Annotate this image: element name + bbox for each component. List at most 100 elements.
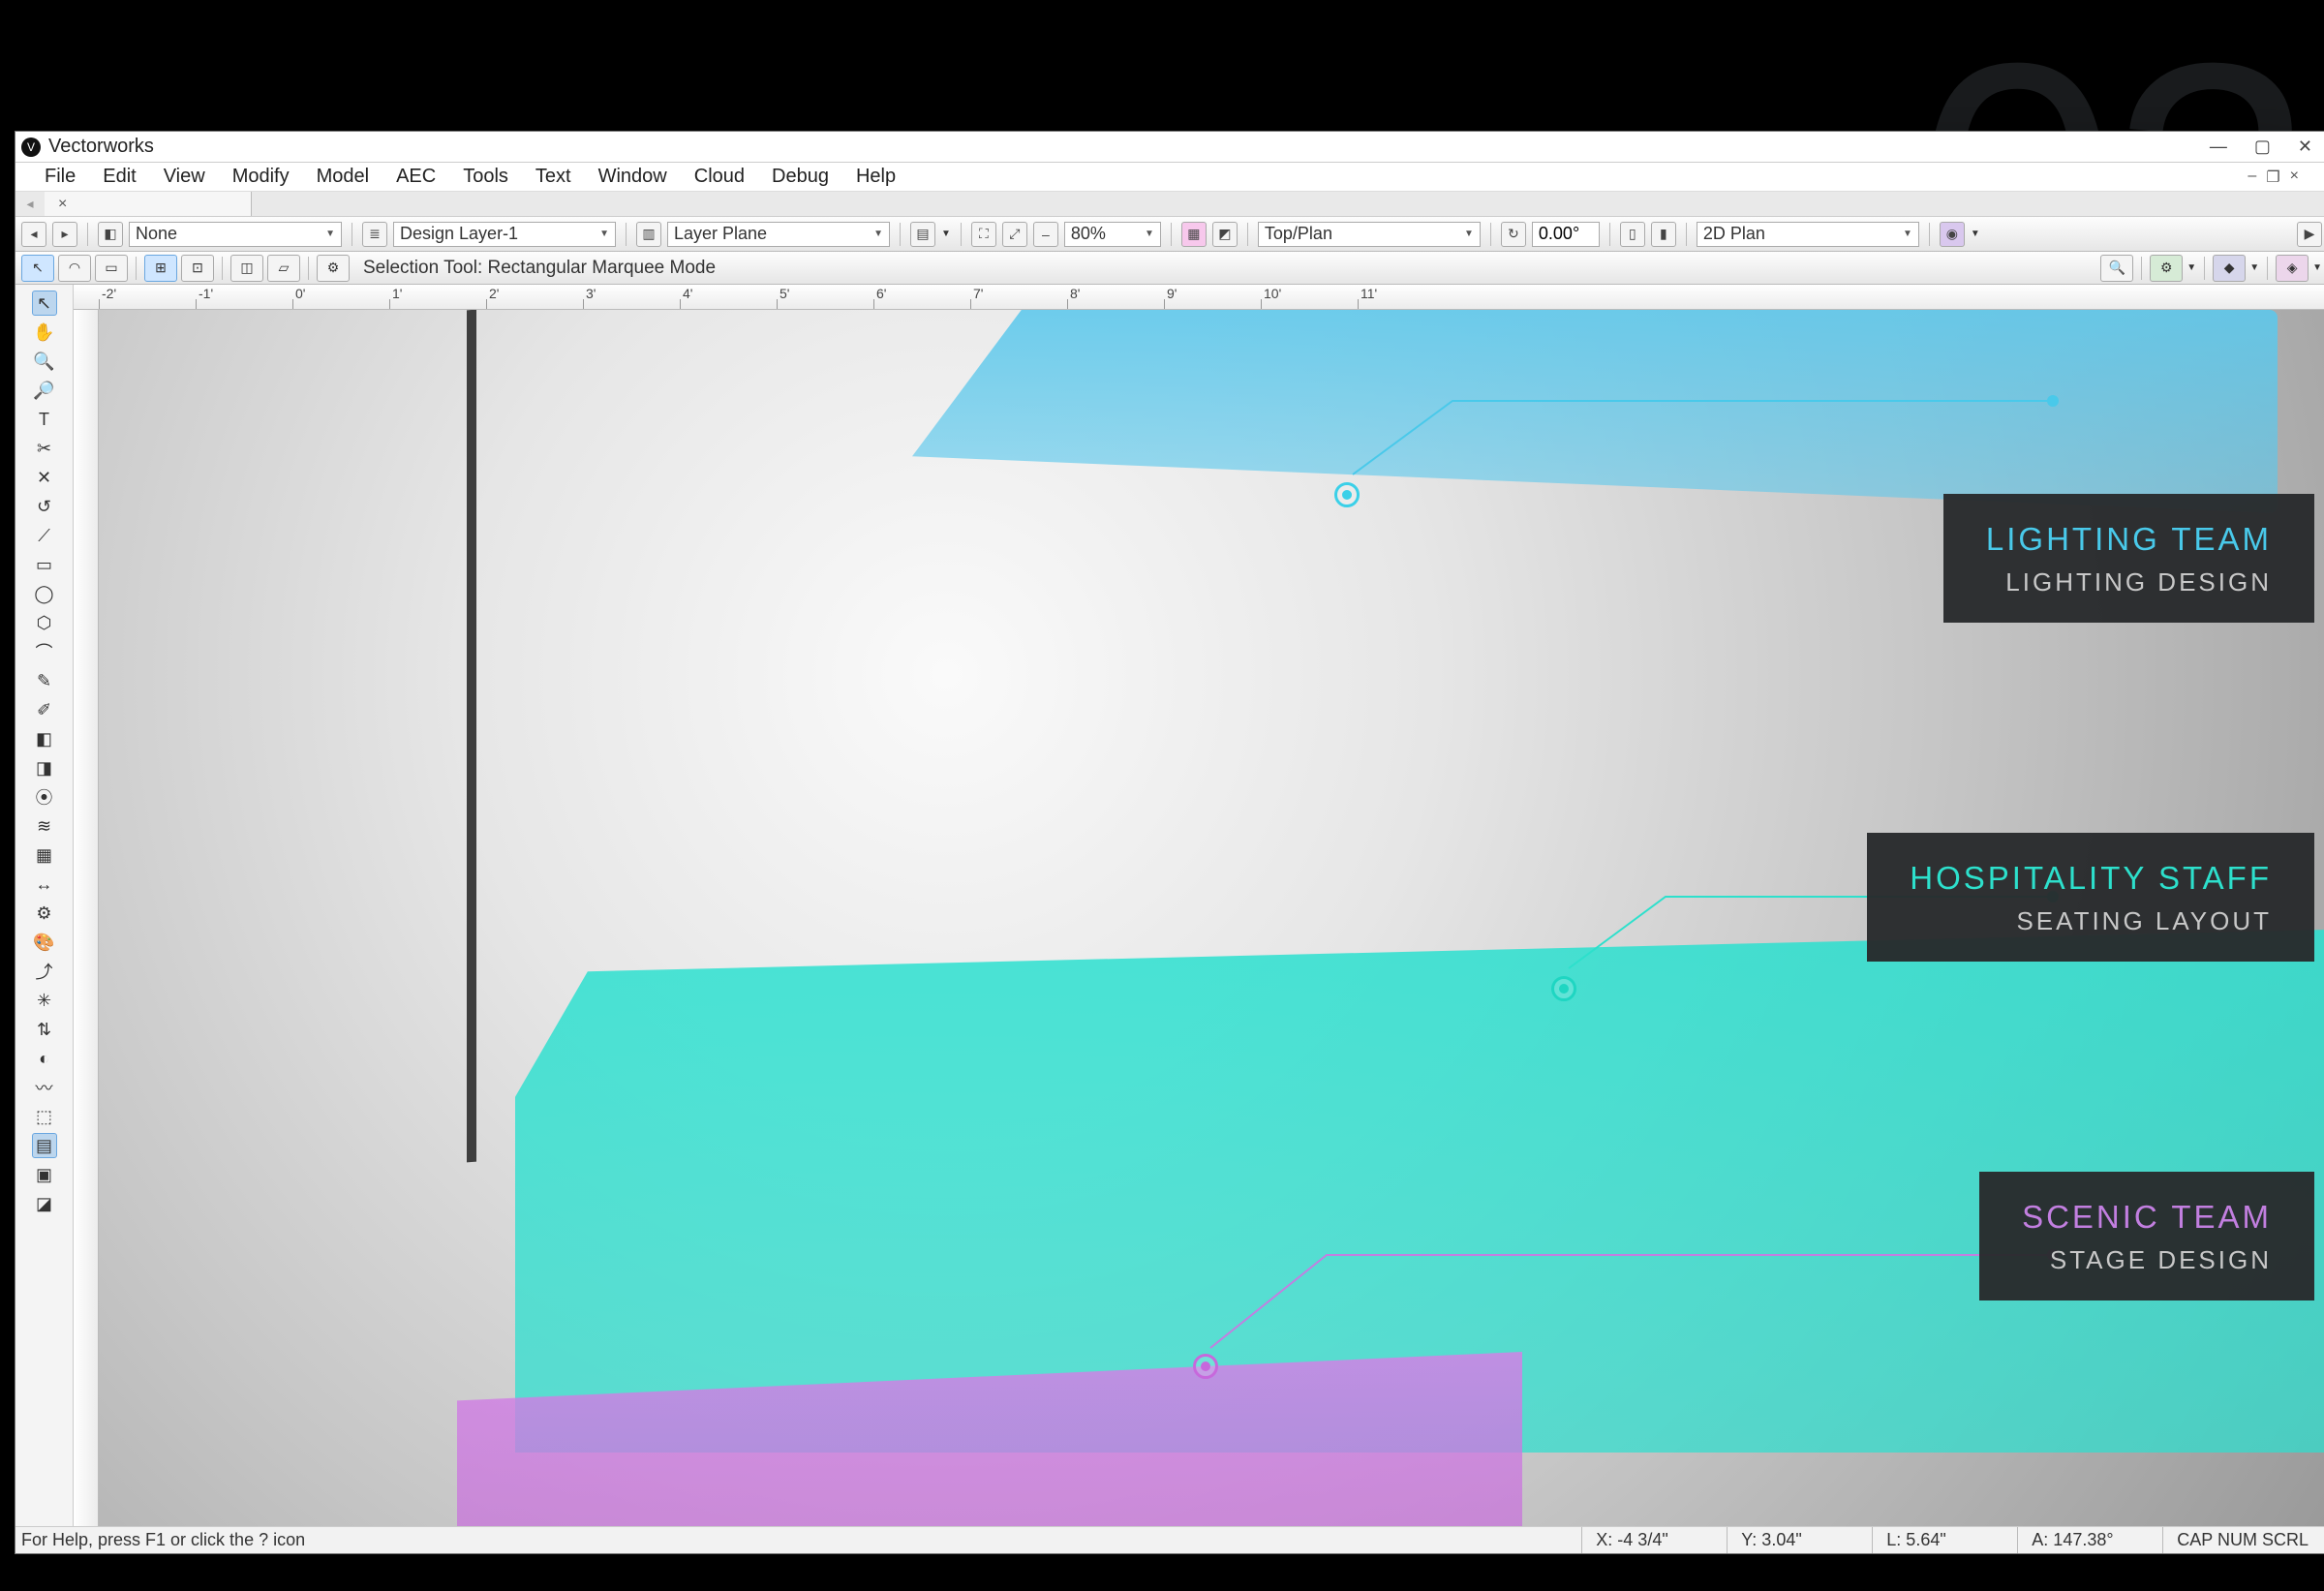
tool-polyline-icon[interactable]: ✐ [32, 697, 57, 722]
doc-restore-button[interactable]: ❐ [2266, 168, 2279, 187]
plane-select[interactable]: Layer Plane▼ [667, 222, 890, 247]
tool-pan-icon[interactable]: ✋ [32, 320, 57, 345]
nav-fwd-button[interactable]: ▸ [52, 222, 77, 247]
tool-flyover-icon[interactable]: 🔎 [32, 378, 57, 403]
doc-minimize-button[interactable]: – [2248, 168, 2256, 187]
visibility-icon[interactable]: ◈ [2276, 255, 2309, 282]
tool-reshape-icon[interactable]: ▤ [32, 1133, 57, 1158]
tool-rectangle-icon[interactable]: ▭ [32, 552, 57, 577]
tool-mirror-icon[interactable]: ↔ [32, 872, 57, 897]
tool-hatch-icon[interactable]: ≋ [32, 813, 57, 839]
layer-select[interactable]: Design Layer-1▼ [393, 222, 616, 247]
tab-close-icon[interactable]: × [58, 196, 67, 213]
menu-model[interactable]: Model [317, 166, 369, 188]
class-select[interactable]: None▼ [129, 222, 342, 247]
tool-misc-icon[interactable]: ◪ [32, 1191, 57, 1216]
constraint-icon[interactable]: ◆ [2213, 255, 2246, 282]
window-maximize-button[interactable]: ▢ [2254, 137, 2271, 157]
tool-attributes-icon[interactable]: ⚙ [32, 901, 57, 926]
mode-single-select-icon[interactable]: ↖ [21, 255, 54, 282]
view-select-value: Top/Plan [1265, 224, 1332, 244]
tool-selection-icon[interactable]: ↖ [32, 291, 57, 316]
mode-intersect-icon[interactable]: ⊞ [144, 255, 177, 282]
tool-eyedropper-icon[interactable]: 🎨 [32, 930, 57, 955]
document-tab[interactable]: × [45, 192, 252, 216]
multiview-icon[interactable]: ▦ [1181, 222, 1207, 247]
tool-text-icon[interactable]: T [32, 407, 57, 432]
menu-view[interactable]: View [164, 166, 205, 188]
tool-chamfer-icon[interactable]: ◨ [32, 755, 57, 780]
zoom-select[interactable]: 80%▼ [1064, 222, 1161, 247]
tool-locus-icon[interactable]: ⦿ [32, 784, 57, 810]
menu-modify[interactable]: Modify [232, 166, 290, 188]
doc-close-button[interactable]: × [2290, 168, 2299, 187]
mode-boundary-icon[interactable]: ◫ [230, 255, 263, 282]
zoom-out-icon[interactable]: – [1033, 222, 1058, 247]
menu-text[interactable]: Text [535, 166, 571, 188]
tool-viewport-icon[interactable]: ⬚ [32, 1104, 57, 1129]
tool-align-icon[interactable]: ⇅ [32, 1017, 57, 1042]
callout-scenic: SCENIC TEAM STAGE DESIGN [1979, 1172, 2314, 1300]
tool-freehand-icon[interactable]: ✎ [32, 668, 57, 693]
stack-layers-icon[interactable]: ▮ [1651, 222, 1676, 247]
tool-arc-icon[interactable]: ⌒ [32, 639, 57, 664]
fit-objects-icon[interactable]: ⤢ [1002, 222, 1027, 247]
render-mode-select[interactable]: 2D Plan▼ [1697, 222, 1919, 247]
mode-marquee-icon[interactable]: ▭ [95, 255, 128, 282]
menu-file[interactable]: File [45, 166, 76, 188]
search-icon[interactable]: 🔍 [2100, 255, 2133, 282]
mode-contain-icon[interactable]: ⊡ [181, 255, 214, 282]
app-title: Vectorworks [48, 136, 154, 158]
menu-edit[interactable]: Edit [103, 166, 136, 188]
window-close-button[interactable]: ✕ [2298, 137, 2312, 157]
status-locks: CAP NUM SCRL [2162, 1527, 2322, 1553]
unified-view-icon[interactable]: ▯ [1620, 222, 1645, 247]
mode-prefs-icon[interactable]: ⚙ [317, 255, 350, 282]
tool-zoom-icon[interactable]: 🔍 [32, 349, 57, 374]
mode-lasso-icon[interactable]: ◠ [58, 255, 91, 282]
tool-trim-icon[interactable]: ✂ [32, 436, 57, 461]
tool-polygon-icon[interactable]: ⬡ [32, 610, 57, 635]
rotate-plan-icon[interactable]: ↻ [1501, 222, 1526, 247]
mode-wall-icon[interactable]: ▱ [267, 255, 300, 282]
menu-window[interactable]: Window [598, 166, 667, 188]
renderworks-icon[interactable]: ◉ [1940, 222, 1965, 247]
tool-clip-icon[interactable]: ◐ [32, 1046, 57, 1071]
tool-rotate-icon[interactable]: ↺ [32, 494, 57, 519]
class-select-value: None [136, 224, 177, 244]
menu-aec[interactable]: AEC [396, 166, 436, 188]
tool-delete-icon[interactable]: ✕ [32, 465, 57, 490]
nav-back-button[interactable]: ◂ [21, 222, 46, 247]
tool-fillet-icon[interactable]: ◧ [32, 726, 57, 751]
marker-lighting-icon [1334, 482, 1360, 507]
menu-cloud[interactable]: Cloud [694, 166, 745, 188]
tool-grid-icon[interactable]: ▦ [32, 842, 57, 868]
window-minimize-button[interactable]: — [2210, 137, 2227, 157]
tool-offset-icon[interactable]: ⤴ [32, 959, 57, 984]
class-icon[interactable]: ◧ [98, 222, 123, 247]
view-cube-icon[interactable]: ◩ [1212, 222, 1238, 247]
tool-spline-icon[interactable]: 〰 [32, 1075, 57, 1100]
rotate-angle-input[interactable] [1532, 222, 1600, 247]
tool-symbols-icon[interactable]: ✳ [32, 988, 57, 1013]
menu-help[interactable]: Help [856, 166, 896, 188]
snap-settings-icon[interactable]: ⚙ [2150, 255, 2183, 282]
plane-select-value: Layer Plane [674, 224, 767, 244]
callout-hospitality: HOSPITALITY STAFF SEATING LAYOUT [1867, 833, 2314, 962]
menu-tools[interactable]: Tools [463, 166, 508, 188]
status-x: X: -4 3/4" [1581, 1527, 1727, 1553]
document-tab-bar: ◂ × [15, 192, 2324, 217]
callout-title: LIGHTING TEAM [1986, 521, 2272, 558]
fit-page-icon[interactable]: ⛶ [971, 222, 996, 247]
tool-circle-icon[interactable]: ◯ [32, 581, 57, 606]
tool-line-icon[interactable]: ⟋ [32, 523, 57, 548]
menu-debug[interactable]: Debug [772, 166, 829, 188]
plane-icon[interactable]: ▥ [636, 222, 661, 247]
saved-views-icon[interactable]: ▤ [910, 222, 935, 247]
layers-icon[interactable]: ≣ [362, 222, 387, 247]
tab-scroll-left[interactable]: ◂ [15, 196, 45, 212]
tool-stack-icon[interactable]: ▣ [32, 1162, 57, 1187]
standard-view-select[interactable]: Top/Plan▼ [1258, 222, 1481, 247]
mode-bar: ↖ ◠ ▭ ⊞ ⊡ ◫ ▱ ⚙ Selection Tool: Rectangu… [15, 252, 2324, 285]
play-icon[interactable]: ▶ [2297, 222, 2322, 247]
